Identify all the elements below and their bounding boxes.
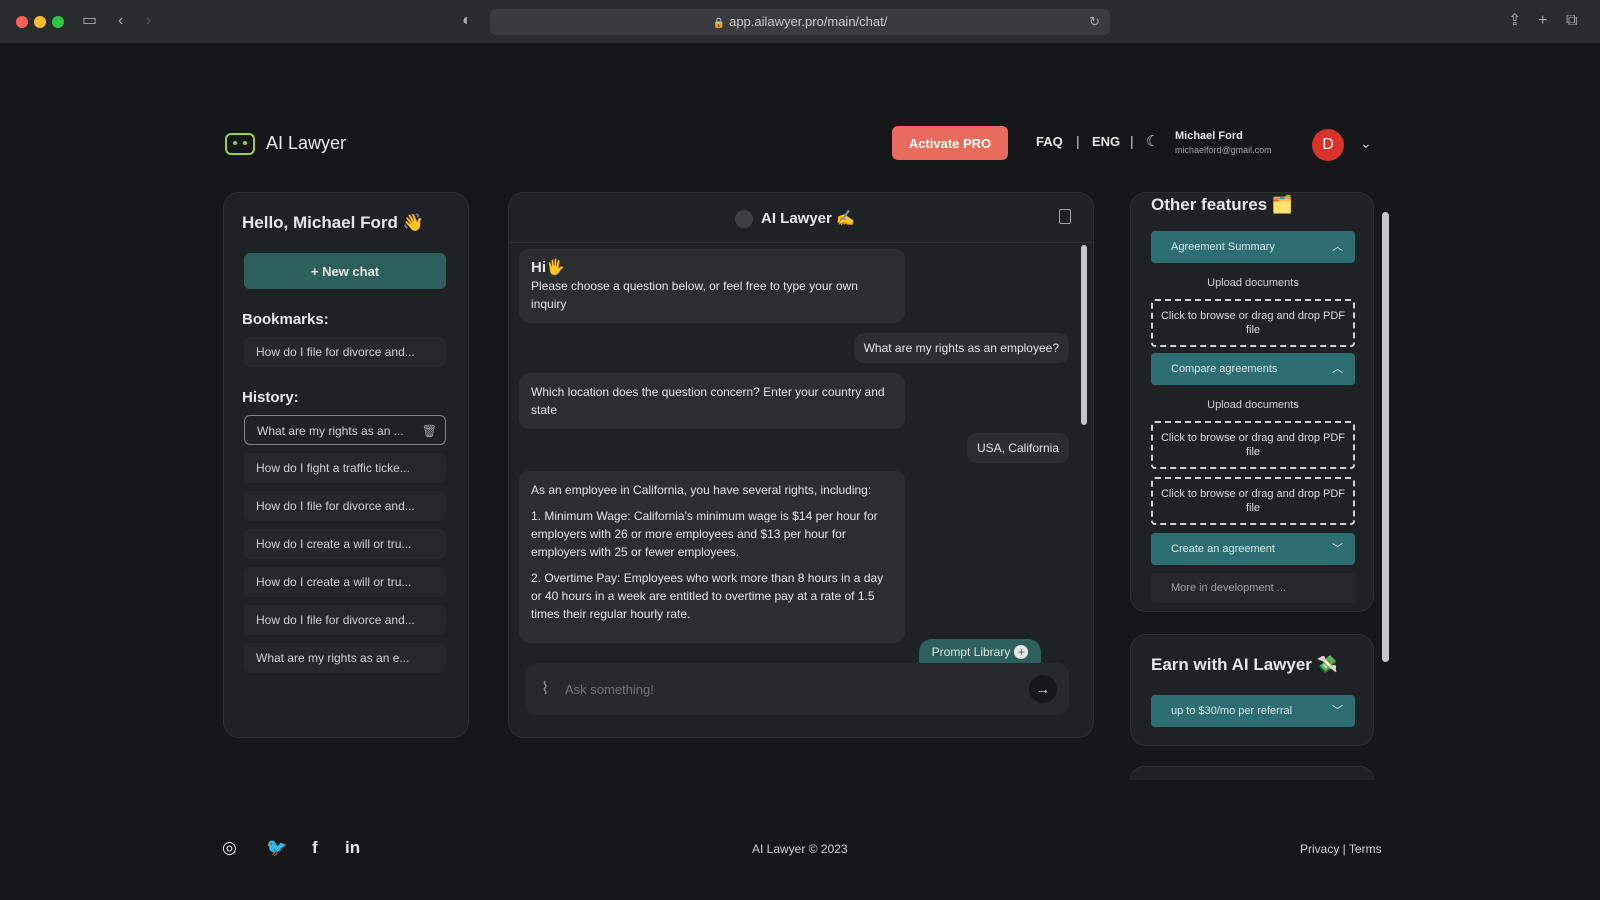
reload-icon[interactable]: ↻: [1089, 9, 1100, 35]
bot-intro-text: Please choose a question below, or feel …: [531, 279, 858, 311]
new-tab-icon[interactable]: +: [1538, 11, 1547, 31]
other-features-title: Other features 🗂️: [1151, 195, 1294, 214]
history-item[interactable]: How do I file for divorce and...: [244, 605, 446, 635]
ai-lawyer-logo-icon[interactable]: [225, 133, 255, 155]
greeting: Hello, Michael Ford 👋: [242, 213, 424, 232]
sidebar-toggle-icon[interactable]: ▭: [82, 11, 97, 31]
history-item[interactable]: How do I create a will or tru...: [244, 529, 446, 559]
chevron-down-icon: ﹀: [1332, 705, 1343, 717]
chat-header: AI Lawyer ✍️: [509, 193, 1093, 243]
upload-documents-label: Upload documents: [1207, 399, 1299, 411]
chat-scrollbar[interactable]: [1081, 245, 1087, 425]
faq-link[interactable]: FAQ: [1036, 134, 1063, 149]
history-item[interactable]: How do I file for divorce and...: [244, 491, 446, 521]
bookmark-item[interactable]: How do I file for divorce and...: [244, 337, 446, 367]
more-in-development-item: More in development ...: [1151, 573, 1355, 603]
twitter-icon[interactable]: 🐦: [266, 838, 287, 858]
history-item[interactable]: What are my rights as an e...: [244, 643, 446, 673]
chevron-down-icon: ﹀: [1332, 543, 1343, 555]
privacy-terms-links[interactable]: Privacy | Terms: [1300, 842, 1382, 856]
chevron-up-icon: ︿: [1332, 363, 1343, 375]
activate-pro-button[interactable]: Activate PRO: [892, 126, 1008, 160]
address-bar[interactable]: 🔒 app.ailawyer.pro/main/chat/ ↻: [490, 9, 1110, 35]
earn-title: Earn with AI Lawyer 💸: [1151, 655, 1338, 674]
bot-avatar-icon: [735, 210, 753, 228]
url-text: app.ailawyer.pro/main/chat/: [729, 14, 888, 29]
upload-documents-label: Upload documents: [1207, 277, 1299, 289]
user-email: michaelford@gmail.com: [1175, 145, 1272, 155]
maximize-window-button[interactable]: [52, 16, 64, 28]
language-selector[interactable]: ENG: [1092, 134, 1120, 149]
bookmark-icon[interactable]: [1059, 209, 1071, 224]
privacy-shield-icon[interactable]: ◐: [462, 11, 472, 31]
copyright: AI Lawyer © 2023: [752, 842, 848, 856]
accordion-label: up to $30/mo per referral: [1171, 705, 1293, 717]
chat-input-bar: ⌇ →: [525, 663, 1069, 715]
arrow-right-icon: →: [1036, 681, 1050, 697]
user-message: What are my rights as an employee?: [853, 333, 1069, 363]
chevron-up-icon: ︿: [1332, 241, 1343, 253]
new-chat-button[interactable]: + New chat: [244, 253, 446, 289]
lock-icon: 🔒: [712, 18, 726, 29]
send-button[interactable]: →: [1029, 675, 1057, 703]
extra-panel-peek: [1130, 766, 1374, 780]
share-icon[interactable]: ⇪: [1508, 11, 1521, 31]
user-message: USA, California: [966, 433, 1069, 463]
close-window-button[interactable]: [16, 16, 28, 28]
accordion-label: Compare agreements: [1171, 363, 1278, 375]
browser-chrome: ▭ ‹ › ◐ 🔒 app.ailawyer.pro/main/chat/ ↻ ⇪…: [0, 0, 1600, 44]
forward-icon[interactable]: ›: [146, 11, 151, 31]
prompt-library-label: Prompt Library: [931, 645, 1011, 659]
history-heading: History:: [242, 389, 299, 406]
create-agreement-accordion[interactable]: Create an agreement ﹀: [1151, 533, 1355, 565]
bot-message: Hi🖐️ Please choose a question below, or …: [519, 249, 905, 323]
history-item[interactable]: What are my rights as an ... 🗑: [244, 415, 446, 445]
right-column-scrollbar[interactable]: [1382, 212, 1389, 662]
answer-point: 1. Minimum Wage: California's minimum wa…: [531, 509, 878, 559]
history-item[interactable]: How do I create a will or tru...: [244, 567, 446, 597]
theme-toggle-icon[interactable]: ☾: [1146, 132, 1159, 150]
agreement-summary-accordion[interactable]: Agreement Summary ︿: [1151, 231, 1355, 263]
paperclip-icon[interactable]: ⌇: [541, 679, 549, 699]
plus-icon: +: [1014, 645, 1029, 659]
earn-panel: Earn with AI Lawyer 💸 up to $30/mo per r…: [1130, 634, 1374, 746]
chat-input[interactable]: [565, 677, 1005, 701]
brand-name[interactable]: AI Lawyer: [266, 133, 346, 154]
prompt-library-button[interactable]: Prompt Library +: [919, 639, 1041, 665]
bookmarks-heading: Bookmarks:: [242, 311, 329, 328]
answer-point: 2. Overtime Pay: Employees who work more…: [531, 571, 884, 621]
accordion-label: Create an agreement: [1171, 543, 1275, 555]
chat-title: AI Lawyer ✍️: [761, 210, 855, 227]
accordion-label: Agreement Summary: [1171, 241, 1275, 253]
user-name: Michael Ford: [1175, 130, 1243, 142]
left-sidebar: Hello, Michael Ford 👋 + New chat Bookmar…: [223, 192, 469, 738]
pdf-dropzone[interactable]: Click to browse or drag and drop PDF fil…: [1151, 299, 1355, 347]
bot-message: Which location does the question concern…: [519, 373, 905, 429]
bot-greeting: Hi🖐️: [531, 259, 565, 276]
trash-icon[interactable]: 🗑: [422, 416, 437, 444]
avatar[interactable]: D: [1312, 129, 1344, 161]
chat-panel: AI Lawyer ✍️ Hi🖐️ Please choose a questi…: [508, 192, 1094, 738]
nav-separator: |: [1076, 133, 1080, 149]
compare-agreements-accordion[interactable]: Compare agreements ︿: [1151, 353, 1355, 385]
history-item[interactable]: How do I fight a traffic ticke...: [244, 453, 446, 483]
minimize-window-button[interactable]: [34, 16, 46, 28]
back-icon[interactable]: ‹: [118, 11, 123, 31]
bot-answer-message: As an employee in California, you have s…: [519, 471, 905, 643]
answer-intro: As an employee in California, you have s…: [531, 483, 872, 497]
pdf-dropzone[interactable]: Click to browse or drag and drop PDF fil…: [1151, 477, 1355, 525]
linkedin-icon[interactable]: in: [345, 838, 360, 858]
tabs-overview-icon[interactable]: ⧉: [1566, 11, 1577, 31]
other-features-panel: Other features 🗂️ Agreement Summary ︿ Upl…: [1130, 192, 1374, 612]
pdf-dropzone[interactable]: Click to browse or drag and drop PDF fil…: [1151, 421, 1355, 469]
history-item-label: What are my rights as an ...: [257, 424, 404, 438]
facebook-icon[interactable]: f: [312, 838, 318, 858]
referral-accordion[interactable]: up to $30/mo per referral ﹀: [1151, 695, 1355, 727]
nav-separator: |: [1130, 133, 1134, 149]
chevron-down-icon[interactable]: ⌄: [1360, 135, 1372, 152]
instagram-icon[interactable]: ◎: [222, 838, 237, 858]
